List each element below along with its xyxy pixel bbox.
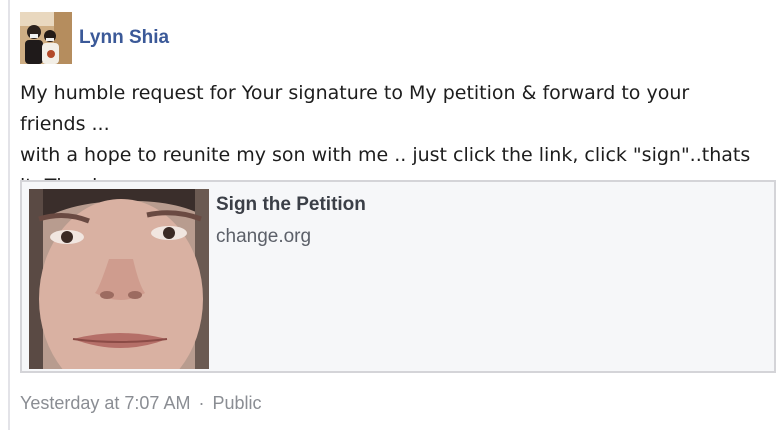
author-name-link[interactable]: Lynn Shia	[79, 27, 169, 49]
message-line: My humble request for Your signature to …	[20, 82, 690, 135]
privacy-label: Public	[212, 393, 262, 413]
petition-photo-icon	[29, 189, 209, 369]
avatar-photo-icon	[20, 12, 72, 64]
feed-post: Lynn Shia My humble request for Your sig…	[20, 0, 779, 430]
link-domain: change.org	[216, 226, 312, 247]
link-preview-card[interactable]: Sign the Petition change.org	[20, 180, 776, 373]
message-line: with a hope to reunite my son with me ..…	[20, 144, 751, 166]
post-header: Lynn Shia	[20, 12, 169, 64]
avatar[interactable]	[20, 12, 72, 64]
link-title[interactable]: Sign the Petition	[216, 194, 366, 216]
post-footer: Yesterday at 7:07 AM · Public	[20, 393, 261, 414]
post-timestamp-link[interactable]: Yesterday at 7:07 AM	[20, 393, 190, 414]
link-thumbnail[interactable]	[29, 189, 209, 369]
footer-separator: ·	[198, 393, 205, 413]
thread-divider	[8, 0, 10, 430]
